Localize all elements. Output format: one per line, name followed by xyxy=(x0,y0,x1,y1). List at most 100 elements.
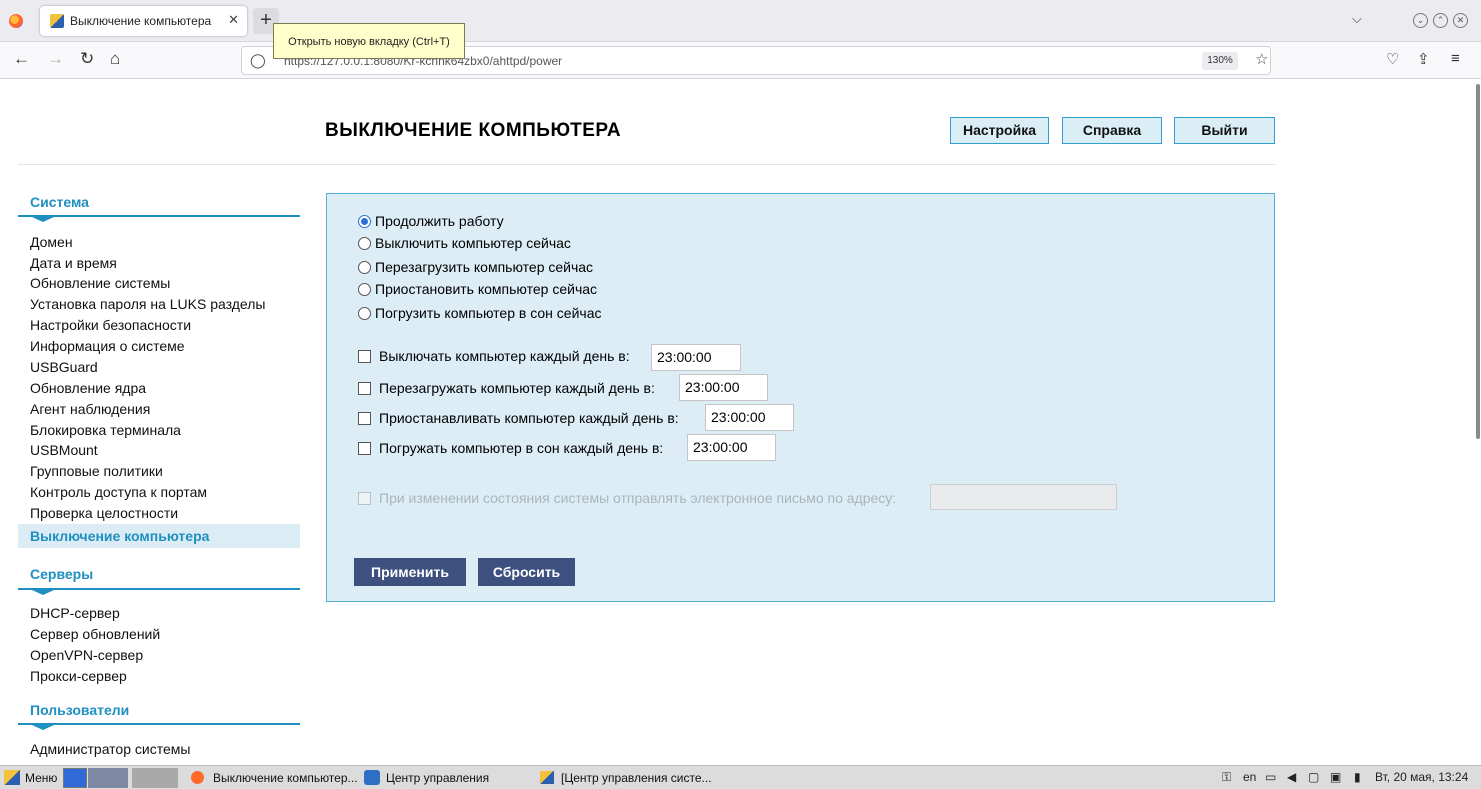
checkbox[interactable] xyxy=(358,442,371,455)
taskbar-window-firefox[interactable]: Выключение компьютер... xyxy=(213,771,358,785)
suspend-time-input[interactable]: 23:00:00 xyxy=(705,404,794,431)
sidebar-item-port-access[interactable]: Контроль доступа к портам xyxy=(30,484,207,500)
share-icon[interactable]: ⇪ xyxy=(1417,50,1430,68)
daily-suspend-checkbox-row[interactable]: Приостанавливать компьютер каждый день в… xyxy=(358,410,679,426)
start-menu-icon[interactable] xyxy=(4,770,20,785)
battery-icon[interactable]: ▮ xyxy=(1354,770,1361,784)
sidebar-item-dhcp[interactable]: DHCP-сервер xyxy=(30,605,120,621)
sidebar-item-monitoring-agent[interactable]: Агент наблюдения xyxy=(30,401,150,417)
radio-button[interactable] xyxy=(358,237,371,250)
taskbar-window-control-center[interactable]: Центр управления xyxy=(386,771,489,785)
sidebar-section-system[interactable]: Система xyxy=(30,194,89,210)
workspace-1-icon[interactable] xyxy=(63,768,87,788)
radio-suspend-now[interactable]: Приостановить компьютер сейчас xyxy=(358,281,597,297)
bookmark-star-icon[interactable]: ☆ xyxy=(1255,50,1268,68)
tab-close-icon[interactable]: ✕ xyxy=(228,12,239,28)
start-menu-button[interactable]: Меню xyxy=(25,771,57,785)
header-divider xyxy=(18,164,1275,165)
sidebar-item-proxy[interactable]: Прокси-сервер xyxy=(30,668,127,684)
radio-button[interactable] xyxy=(358,283,371,296)
radio-button[interactable] xyxy=(358,307,371,320)
sidebar-section-users[interactable]: Пользователи xyxy=(30,702,129,718)
checkbox-label: Перезагружать компьютер каждый день в: xyxy=(379,380,655,396)
list-all-tabs-icon[interactable]: ⌵ xyxy=(1352,11,1362,27)
reboot-time-input[interactable]: 23:00:00 xyxy=(679,374,768,401)
minimize-window-icon[interactable]: ⌄ xyxy=(1413,13,1428,28)
pocket-icon[interactable]: ♡ xyxy=(1386,50,1399,68)
sidebar-item-luks-password[interactable]: Установка пароля на LUKS разделы xyxy=(30,296,265,312)
page-scrollbar[interactable] xyxy=(1476,84,1480,439)
sidebar-item-group-policies[interactable]: Групповые политики xyxy=(30,463,163,479)
workspace-2-icon[interactable] xyxy=(132,768,178,788)
checkbox-label: Погружать компьютер в сон каждый день в: xyxy=(379,440,664,456)
browser-tab[interactable]: Выключение компьютера ✕ xyxy=(40,6,247,36)
firefox-window-icon xyxy=(191,771,204,784)
shield-icon[interactable]: ◯ xyxy=(250,52,266,69)
radio-button-selected[interactable] xyxy=(358,215,371,228)
firefox-icon[interactable] xyxy=(9,14,23,28)
apply-button[interactable]: Применить xyxy=(354,558,466,586)
clock[interactable]: Вт, 20 мая, 13:24 xyxy=(1375,770,1468,784)
browser-nav-bar: ← → ↻ ⌂ ◯ https://127.0.0.1:8080/Kr-kcnn… xyxy=(0,42,1481,79)
checkbox[interactable] xyxy=(358,382,371,395)
shutdown-time-input[interactable]: 23:00:00 xyxy=(651,344,741,371)
sidebar-item-power[interactable]: Выключение компьютера xyxy=(30,528,209,544)
zoom-level-badge[interactable]: 130% xyxy=(1202,52,1238,70)
sidebar-item-integrity-check[interactable]: Проверка целостности xyxy=(30,505,178,521)
sidebar-section-servers[interactable]: Серверы xyxy=(30,566,93,582)
radio-label: Выключить компьютер сейчас xyxy=(375,235,571,251)
sidebar-item-datetime[interactable]: Дата и время xyxy=(30,255,117,271)
checkbox-label: Приостанавливать компьютер каждый день в… xyxy=(379,410,679,426)
radio-sleep-now[interactable]: Погрузить компьютер в сон сейчас xyxy=(358,305,601,321)
power-settings-panel xyxy=(326,193,1275,602)
clipboard-icon[interactable]: ▢ xyxy=(1308,770,1319,784)
reset-button[interactable]: Сбросить xyxy=(478,558,575,586)
sidebar-item-sysadmin[interactable]: Администратор системы xyxy=(30,741,190,757)
sidebar-item-system-update[interactable]: Обновление системы xyxy=(30,275,170,291)
key-icon[interactable]: ⚿ xyxy=(1222,770,1231,785)
section-arrow-icon xyxy=(32,217,54,222)
taskbar-window-system-center[interactable]: [Центр управления систе... xyxy=(561,771,712,785)
checkbox[interactable] xyxy=(358,350,371,363)
section-divider xyxy=(18,723,300,725)
network-icon[interactable]: ▭ xyxy=(1265,770,1276,784)
radio-label: Перезагрузить компьютер сейчас xyxy=(375,259,594,275)
home-icon[interactable]: ⌂ xyxy=(110,49,120,69)
sidebar-item-usbguard[interactable]: USBGuard xyxy=(30,359,98,375)
sidebar-item-kernel-update[interactable]: Обновление ядра xyxy=(30,380,146,396)
settings-button[interactable]: Настройка xyxy=(950,117,1049,144)
maximize-window-icon[interactable]: ⌃ xyxy=(1433,13,1448,28)
sidebar-item-domain[interactable]: Домен xyxy=(30,234,73,250)
app-menu-icon[interactable]: ≡ xyxy=(1451,50,1460,67)
firefox-launcher-icon[interactable] xyxy=(88,768,128,788)
sidebar-item-system-info[interactable]: Информация о системе xyxy=(30,338,185,354)
radio-reboot-now[interactable]: Перезагрузить компьютер сейчас xyxy=(358,259,593,275)
radio-label: Погрузить компьютер в сон сейчас xyxy=(375,305,602,321)
daily-reboot-checkbox-row[interactable]: Перезагружать компьютер каждый день в: xyxy=(358,380,655,396)
sidebar-item-usbmount[interactable]: USBMount xyxy=(30,442,98,458)
daily-shutdown-checkbox-row[interactable]: Выключать компьютер каждый день в: xyxy=(358,348,630,364)
checkbox[interactable] xyxy=(358,412,371,425)
reload-icon[interactable]: ↻ xyxy=(80,49,94,69)
forward-icon[interactable]: → xyxy=(47,49,64,69)
sidebar-item-update-server[interactable]: Сервер обновлений xyxy=(30,626,160,642)
help-button[interactable]: Справка xyxy=(1062,117,1162,144)
radio-continue[interactable]: Продолжить работу xyxy=(358,213,504,229)
logout-button[interactable]: Выйти xyxy=(1174,117,1275,144)
section-divider xyxy=(18,588,300,590)
volume-icon[interactable]: ◀ xyxy=(1287,770,1296,784)
radio-button[interactable] xyxy=(358,261,371,274)
sidebar-item-openvpn[interactable]: OpenVPN-сервер xyxy=(30,647,143,663)
sleep-time-input[interactable]: 23:00:00 xyxy=(687,434,776,461)
back-icon[interactable]: ← xyxy=(13,49,30,69)
daily-sleep-checkbox-row[interactable]: Погружать компьютер в сон каждый день в: xyxy=(358,440,663,456)
sidebar-item-terminal-lock[interactable]: Блокировка терминала xyxy=(30,422,181,438)
section-arrow-icon xyxy=(32,725,54,730)
page-title: ВЫКЛЮЧЕНИЕ КОМПЬЮТЕРА xyxy=(325,120,622,141)
display-icon[interactable]: ▣ xyxy=(1330,770,1341,784)
keyboard-layout[interactable]: en xyxy=(1243,770,1256,784)
email-address-input xyxy=(930,484,1117,510)
close-window-icon[interactable]: ✕ xyxy=(1453,13,1468,28)
radio-shutdown-now[interactable]: Выключить компьютер сейчас xyxy=(358,235,571,251)
sidebar-item-security[interactable]: Настройки безопасности xyxy=(30,317,191,333)
